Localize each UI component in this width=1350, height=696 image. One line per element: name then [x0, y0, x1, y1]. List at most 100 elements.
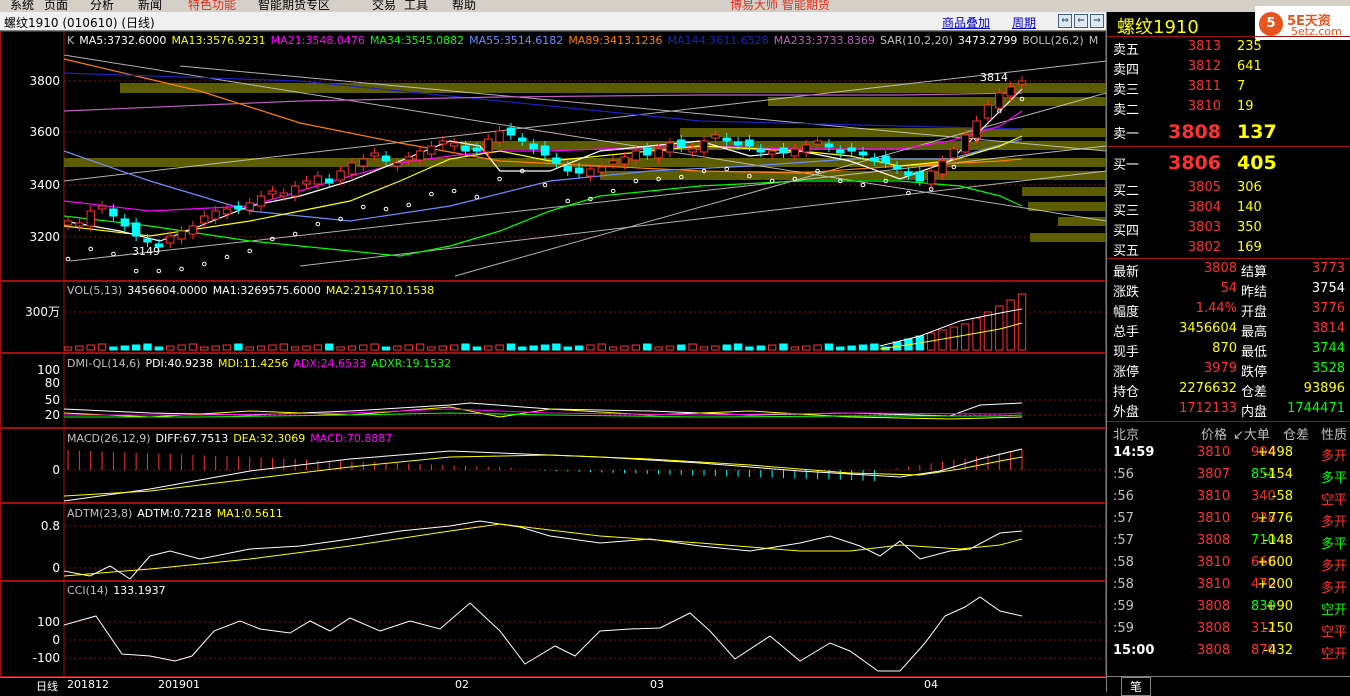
- candle-body[interactable]: [529, 143, 538, 150]
- candle-body[interactable]: [608, 160, 618, 165]
- candle-body[interactable]: [790, 148, 800, 157]
- candle-body[interactable]: [745, 139, 754, 147]
- menu-item-page[interactable]: 页面: [44, 0, 68, 12]
- candle-body[interactable]: [756, 148, 765, 153]
- candle-body[interactable]: [484, 138, 493, 153]
- candle-body[interactable]: [779, 147, 788, 154]
- menu-item-trade[interactable]: 交易: [372, 0, 396, 12]
- candle-body[interactable]: [109, 208, 118, 217]
- candle-body[interactable]: [586, 168, 595, 177]
- candle-body[interactable]: [177, 230, 186, 240]
- candle-body[interactable]: [540, 145, 550, 156]
- candle-body[interactable]: [824, 143, 834, 148]
- tick-header-big[interactable]: ↙大单: [1233, 424, 1270, 443]
- candle-body[interactable]: [870, 157, 879, 162]
- candle-body[interactable]: [211, 210, 220, 220]
- candle-body[interactable]: [767, 150, 777, 155]
- candle-body[interactable]: [63, 220, 73, 226]
- menu-item-tools[interactable]: 工具: [404, 0, 428, 12]
- candle-body[interactable]: [143, 238, 152, 243]
- menu-item-help[interactable]: 帮助: [452, 0, 476, 12]
- candle-body[interactable]: [86, 210, 95, 227]
- candle-body[interactable]: [200, 215, 209, 224]
- candle-body[interactable]: [279, 192, 288, 197]
- candle-body[interactable]: [449, 142, 459, 147]
- candle-body[interactable]: [836, 149, 845, 154]
- candle-body[interactable]: [313, 175, 323, 185]
- candle-body[interactable]: [847, 147, 856, 152]
- candle-body[interactable]: [75, 222, 84, 227]
- candle-body[interactable]: [302, 180, 311, 185]
- candle-body[interactable]: [892, 165, 902, 170]
- zoom-out-icon[interactable]: ⇐: [1074, 14, 1088, 28]
- candle-body[interactable]: [552, 157, 561, 164]
- candle-body[interactable]: [802, 144, 811, 153]
- candle-body[interactable]: [495, 130, 504, 143]
- menu-item-news[interactable]: 新闻: [138, 0, 162, 12]
- candle-body[interactable]: [654, 148, 663, 159]
- candle-body[interactable]: [733, 141, 743, 146]
- candle-body[interactable]: [904, 171, 913, 176]
- candle-body[interactable]: [677, 139, 686, 148]
- candle-body[interactable]: [234, 205, 243, 210]
- candle-body[interactable]: [722, 137, 731, 142]
- zoom-in-icon[interactable]: ⇔: [1058, 14, 1072, 28]
- candle-body[interactable]: [393, 162, 402, 167]
- candle-body[interactable]: [120, 218, 129, 227]
- candle-body[interactable]: [131, 222, 141, 237]
- candle-body[interactable]: [938, 160, 947, 175]
- candle-body[interactable]: [370, 152, 379, 157]
- menu-item-smart-futures[interactable]: 智能期货专区: [258, 0, 330, 12]
- candle-body[interactable]: [166, 235, 175, 244]
- tab-ticks[interactable]: 笔: [1121, 677, 1152, 696]
- scroll-icon[interactable]: ⇒: [1090, 14, 1104, 28]
- candle-body[interactable]: [926, 170, 936, 185]
- candle-body[interactable]: [597, 166, 606, 173]
- candle-body[interactable]: [268, 190, 277, 195]
- candle-body[interactable]: [574, 167, 584, 174]
- site-logo[interactable]: 5 5E天资 5etz.com: [1255, 6, 1350, 40]
- candle-body[interactable]: [347, 162, 357, 175]
- candle-body[interactable]: [359, 158, 368, 167]
- chart-canvas[interactable]: 3800 3600 3400 3200 3814 3149 K MA5:3732…: [0, 31, 1107, 677]
- candle-body[interactable]: [620, 156, 629, 165]
- menu-item-system[interactable]: 系统: [10, 0, 34, 12]
- candle-body[interactable]: [245, 202, 254, 211]
- candle-body[interactable]: [415, 150, 425, 161]
- candle-body[interactable]: [563, 165, 572, 172]
- candle-body[interactable]: [858, 151, 868, 156]
- candle-body[interactable]: [688, 148, 697, 153]
- candle-body[interactable]: [949, 148, 959, 159]
- candle-body[interactable]: [438, 140, 447, 145]
- overlay-link[interactable]: 商品叠加: [942, 14, 990, 31]
- candle-body[interactable]: [643, 147, 652, 156]
- candle-body[interactable]: [404, 156, 413, 161]
- candle-body[interactable]: [256, 195, 266, 207]
- chart-area[interactable]: 3800 3600 3400 3200 3814 3149 K MA5:3732…: [0, 31, 1107, 677]
- candle-body[interactable]: [665, 142, 675, 153]
- candle-body[interactable]: [995, 92, 1004, 109]
- candle-body[interactable]: [336, 170, 345, 181]
- candle-body[interactable]: [325, 178, 334, 184]
- candle-body[interactable]: [983, 104, 993, 119]
- candle-body[interactable]: [711, 134, 720, 139]
- menu-item-features[interactable]: 特色功能: [188, 0, 236, 12]
- candle-body[interactable]: [1017, 80, 1027, 85]
- candle-body[interactable]: [813, 140, 822, 145]
- candle-body[interactable]: [381, 155, 391, 162]
- candle-body[interactable]: [915, 171, 924, 182]
- candle-body[interactable]: [290, 185, 300, 197]
- candle-body[interactable]: [972, 120, 981, 139]
- candle-body[interactable]: [961, 134, 970, 153]
- candle-body[interactable]: [881, 155, 890, 164]
- candle-body[interactable]: [506, 127, 516, 136]
- menu-item-analysis[interactable]: 分析: [90, 0, 114, 12]
- candle-body[interactable]: [631, 150, 641, 161]
- candle-body[interactable]: [518, 137, 527, 142]
- ad-banner-text[interactable]: 博易大师 智能期货: [730, 0, 830, 12]
- candle-body[interactable]: [472, 147, 482, 152]
- candle-body[interactable]: [427, 145, 436, 155]
- candle-body[interactable]: [461, 145, 470, 152]
- candle-body[interactable]: [97, 205, 107, 210]
- candle-body[interactable]: [222, 208, 232, 215]
